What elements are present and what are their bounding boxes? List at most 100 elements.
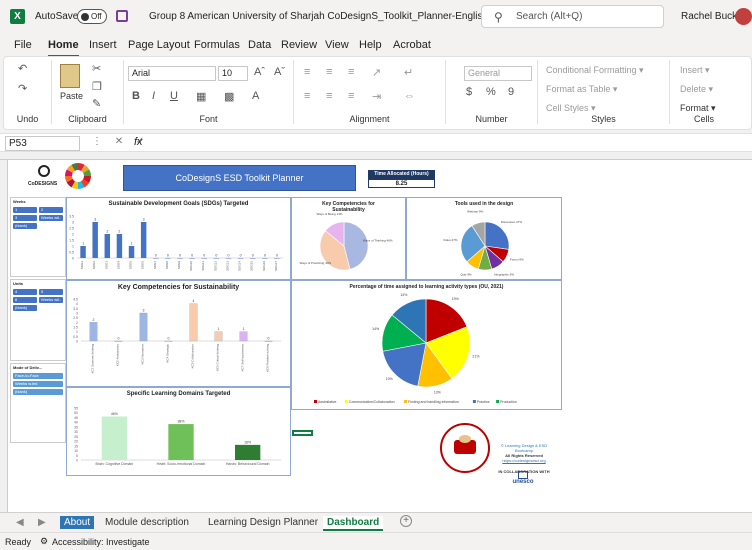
tab-formulas[interactable]: Formulas — [194, 39, 240, 51]
italic-icon[interactable]: I — [152, 90, 155, 102]
alignment-group-label: Alignment — [349, 114, 390, 124]
save-icon[interactable] — [116, 10, 128, 22]
tab-file[interactable]: File — [14, 39, 32, 51]
grow-font-icon[interactable]: Aˆ — [254, 66, 265, 78]
tab-page-layout[interactable]: Page Layout — [128, 39, 190, 51]
tab-home[interactable]: Home — [48, 39, 79, 57]
copy-icon[interactable]: ❐ — [92, 80, 102, 93]
sheet-tab-dashboard[interactable]: Dashboard — [323, 516, 384, 531]
font-size-select[interactable]: 10 — [218, 66, 248, 81]
align-middle-icon[interactable]: ≡ — [326, 66, 332, 78]
shrink-font-icon[interactable]: Aˇ — [274, 66, 285, 78]
paste-icon[interactable] — [60, 64, 80, 88]
tab-review[interactable]: Review — [281, 39, 317, 51]
merge-center-icon[interactable]: ⇔ — [404, 90, 415, 102]
wrap-text-icon[interactable]: ↵ — [404, 66, 413, 79]
currency-icon[interactable]: $ — [466, 86, 472, 98]
format-as-table-button[interactable]: Format as Table ▾ — [546, 84, 617, 95]
tab-insert[interactable]: Insert — [89, 39, 117, 51]
ribbon: ↶ ↷ Undo Paste ✂ ❐ ✎ Clipboard Arial 10 … — [3, 56, 752, 130]
slicer-units-item[interactable]: 5 — [39, 289, 63, 295]
tab-data[interactable]: Data — [248, 39, 271, 51]
insert-cells-button[interactable]: Insert ▾ — [680, 65, 710, 76]
slicer-mode-item[interactable]: (blank) — [13, 389, 63, 395]
legend-label: Assimilative — [318, 400, 337, 404]
accessibility-status[interactable]: Accessibility: Investigate — [52, 537, 150, 547]
number-group: General $ % 9 Number — [446, 60, 538, 124]
slicer-weeks-item[interactable]: 2 — [39, 207, 63, 213]
align-left-icon[interactable]: ≡ — [304, 90, 310, 102]
sheet-tab-learning-design-planner[interactable]: Learning Design Planner — [204, 516, 322, 529]
x-tick-label: SDG15 — [250, 261, 254, 271]
data-label: 0 — [227, 254, 229, 258]
align-center-icon[interactable]: ≡ — [326, 90, 332, 102]
sheet-tab-about[interactable]: About — [60, 516, 95, 529]
align-bottom-icon[interactable]: ≡ — [348, 66, 354, 78]
slicer-weeks-item[interactable]: 1 — [13, 207, 37, 213]
sheet-tab-module-description[interactable]: Module description — [101, 516, 193, 529]
slicer-units-item[interactable]: 6 — [13, 297, 37, 303]
slicer-weeks-item[interactable]: (blank) — [13, 223, 37, 229]
bar — [80, 246, 86, 258]
sdg-chart-panel[interactable]: Sustainable Development Goals (SDGs) Tar… — [66, 197, 291, 280]
tab-acrobat[interactable]: Acrobat — [393, 39, 431, 51]
kc-pie-panel[interactable]: Key Competencies for Sustainability Ways… — [291, 197, 406, 280]
font-color-icon[interactable]: A — [252, 90, 259, 102]
search-box[interactable]: ⚲ Search (Alt+Q) — [481, 5, 664, 28]
orientation-icon[interactable]: ↗ — [372, 66, 381, 79]
copyright-link[interactable]: https://codesignsesd.org — [492, 458, 556, 463]
underline-icon[interactable]: U — [170, 90, 178, 102]
format-cells-button[interactable]: Format ▾ — [680, 103, 716, 114]
slicer-units-item[interactable]: 4 — [13, 289, 37, 295]
conditional-formatting-button[interactable]: Conditional Formatting ▾ — [546, 65, 644, 76]
user-name[interactable]: Rachel Buck — [681, 11, 737, 22]
autosave-toggle[interactable]: Off — [77, 9, 107, 24]
cell-styles-button[interactable]: Cell Styles ▾ — [546, 103, 596, 114]
undo-icon[interactable]: ↶ — [18, 62, 27, 75]
name-box[interactable]: P53 — [5, 136, 80, 151]
tab-view[interactable]: View — [325, 39, 349, 51]
comma-icon[interactable]: 9 — [508, 86, 514, 98]
align-right-icon[interactable]: ≡ — [348, 90, 354, 102]
slicer-units[interactable]: Units 4 5 6 Weeks wil.. (blank) — [10, 279, 66, 361]
redo-icon[interactable]: ↷ — [18, 82, 27, 95]
bold-icon[interactable]: B — [132, 90, 140, 102]
cut-icon[interactable]: ✂ — [92, 62, 101, 75]
domains-panel[interactable]: Specific Learning Domains Targeted 0 5 10 1… — [66, 387, 291, 476]
fx-icon[interactable]: fx — [134, 136, 143, 148]
slicer-mode-of-delivery[interactable]: Mode of Deliv... Face-to-Face Weeks w.le… — [10, 363, 66, 443]
prev-sheet-icon[interactable]: ◀ — [16, 517, 24, 528]
worksheet-grid[interactable]: CoDESIGNS CoDesignS ESD Toolkit Planner … — [0, 153, 752, 512]
learning-activity-panel[interactable]: Percentage of time assigned to learning … — [291, 280, 562, 410]
slicer-weeks[interactable]: Weeks 1 2 3 Weeks wil.. (blank) — [10, 197, 66, 277]
paste-button[interactable]: Paste — [60, 91, 83, 101]
data-label: 0 — [203, 254, 205, 258]
slicer-units-item[interactable]: Weeks wil.. — [39, 297, 63, 303]
legend-label: Production — [500, 400, 517, 404]
slicer-mode-item[interactable]: Weeks w.led — [13, 381, 63, 387]
tools-pie-panel[interactable]: Tools used in the design Discussion 27% F… — [406, 197, 562, 280]
percent-icon[interactable]: % — [486, 86, 496, 98]
delete-cells-button[interactable]: Delete ▾ — [680, 84, 713, 95]
y-tick-label: 50 — [74, 411, 78, 415]
font-name-select[interactable]: Arial — [128, 66, 216, 81]
next-sheet-icon[interactable]: ▶ — [38, 517, 46, 528]
number-format-select[interactable]: General — [464, 66, 532, 81]
slicer-units-item[interactable]: (blank) — [13, 305, 37, 311]
active-cell[interactable] — [292, 430, 313, 436]
document-title[interactable]: Group 8 American University of Sharjah C… — [149, 11, 511, 22]
slicer-mode-item[interactable]: Face-to-Face — [13, 373, 63, 379]
kc-bar-panel[interactable]: Key Competencies for Sustainability 0 0.5… — [66, 280, 291, 387]
slicer-weeks-item[interactable]: 3 — [13, 215, 37, 221]
codesigns-logo: CoDESIGNS — [28, 163, 62, 193]
indent-icon[interactable]: ⇥ — [372, 90, 381, 103]
bootcamp-badge — [440, 423, 490, 473]
tab-help[interactable]: Help — [359, 39, 382, 51]
format-painter-icon[interactable]: ✎ — [92, 97, 101, 110]
slicer-weeks-item[interactable]: Weeks wil.. — [39, 215, 63, 221]
fill-color-icon[interactable]: ▩ — [224, 90, 234, 103]
align-top-icon[interactable]: ≡ — [304, 66, 310, 78]
borders-icon[interactable]: ▦ — [196, 90, 206, 103]
add-sheet-icon[interactable]: + — [400, 515, 412, 527]
avatar[interactable] — [735, 8, 752, 25]
